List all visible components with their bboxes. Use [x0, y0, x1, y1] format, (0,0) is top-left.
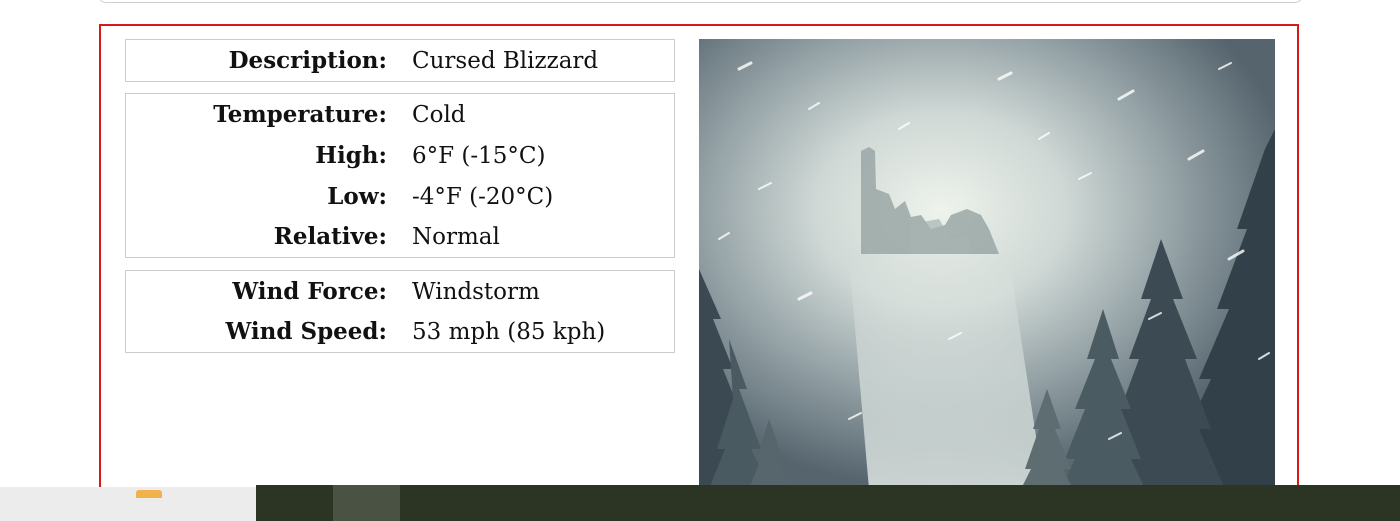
wind-force-row: Wind Force: Windstorm [126, 272, 674, 312]
taskbar [0, 485, 1400, 521]
relative-label: Relative: [273, 223, 387, 250]
previous-card-edge [98, 0, 1303, 3]
relative-row: Relative: Normal [126, 217, 674, 257]
description-panel: Description: Cursed Blizzard [125, 39, 675, 82]
taskbar-active-item[interactable] [333, 485, 400, 521]
low-label: Low: [327, 183, 387, 210]
taskbar-left-section [0, 487, 256, 521]
taskbar-dark-section [256, 485, 1400, 521]
wind-speed-row: Wind Speed: 53 mph (85 kph) [126, 312, 674, 352]
temperature-label: Temperature: [213, 101, 387, 128]
weather-illustration [699, 39, 1275, 489]
wind-force-label: Wind Force: [232, 278, 387, 305]
blizzard-castle-image [699, 39, 1275, 489]
temperature-panel: Temperature: Cold High: 6°F (-15°C) Low:… [125, 93, 675, 258]
low-row: Low: -4°F (-20°C) [126, 177, 674, 217]
high-label: High: [315, 142, 387, 169]
temperature-value: Cold [412, 102, 466, 128]
wind-speed-label: Wind Speed: [225, 318, 387, 345]
relative-value: Normal [412, 224, 500, 250]
folder-icon[interactable] [136, 490, 162, 498]
high-row: High: 6°F (-15°C) [126, 136, 674, 176]
temperature-row: Temperature: Cold [126, 95, 674, 135]
description-row: Description: Cursed Blizzard [126, 41, 674, 81]
high-value: 6°F (-15°C) [412, 143, 546, 169]
low-value: -4°F (-20°C) [412, 184, 554, 210]
description-value: Cursed Blizzard [412, 48, 599, 74]
description-label: Description: [228, 47, 387, 74]
wind-speed-value: 53 mph (85 kph) [412, 319, 606, 345]
wind-panel: Wind Force: Windstorm Wind Speed: 53 mph… [125, 270, 675, 353]
wind-force-value: Windstorm [412, 279, 540, 305]
